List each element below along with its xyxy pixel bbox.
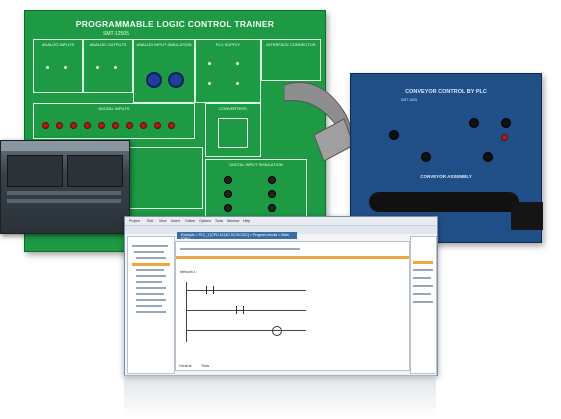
button-icon xyxy=(469,118,479,128)
conveyor-assembly-label: CONVEYOR ASSEMBLY xyxy=(420,174,472,179)
button-icon xyxy=(421,152,431,162)
ladder-editor[interactable]: Network 1: xyxy=(175,241,410,371)
button-icon xyxy=(389,130,399,140)
network-label: Network 1: xyxy=(180,270,197,274)
conveyor-title: CONVEYOR CONTROL BY PLC xyxy=(405,89,487,95)
plc-unit xyxy=(0,140,130,234)
panel-label: ANALOG INPUT SIMULATION xyxy=(136,42,192,47)
knob-icon xyxy=(168,72,184,88)
panel-analog-input-simulation: ANALOG INPUT SIMULATION xyxy=(133,39,195,103)
panel-label: PLC SUPPLY xyxy=(215,42,241,47)
panel-analog-outputs: ANALOG OUTPUTS xyxy=(83,39,133,93)
bottom-tab-texts[interactable]: Texts xyxy=(201,364,209,368)
panel-converters: CONVERTERS xyxy=(205,103,261,157)
knob-icon xyxy=(146,72,162,88)
bottom-tab-general[interactable]: General xyxy=(179,364,191,368)
panel-label: ANALOG INPUTS xyxy=(41,42,75,47)
panel-label: ANALOG OUTPUTS xyxy=(89,42,127,47)
conveyor-model: SMT-1505 xyxy=(401,98,418,102)
panel-label: CONVERTERS xyxy=(219,106,247,111)
led-icon xyxy=(70,122,77,129)
board-title: PROGRAMMABLE LOGIC CONTROL TRAINER xyxy=(75,19,275,29)
menu-item[interactable]: Help xyxy=(243,219,250,223)
button-icon xyxy=(483,152,493,162)
contact-icon xyxy=(206,286,214,294)
plc-top-strip xyxy=(1,141,129,151)
editor-tab-label: Example > PLC_1 [CPU 1214C DC/DC/DC] > P… xyxy=(181,233,289,241)
menu-item[interactable]: Options xyxy=(199,219,211,223)
menu-item[interactable]: Online xyxy=(185,219,195,223)
panel-label: INTERFACE CONNECTOR xyxy=(266,42,316,47)
panel-label: DIGITAL INPUT SIMULATION xyxy=(229,162,283,167)
project-tree[interactable] xyxy=(127,236,175,374)
menu-item[interactable]: View xyxy=(159,219,167,223)
board-model: SMT-12505 xyxy=(103,31,129,37)
led-icon xyxy=(84,122,91,129)
panel-label: DIGITAL INPUTS xyxy=(98,106,130,111)
coil-icon xyxy=(272,326,282,336)
led-icon xyxy=(98,122,105,129)
menu-item[interactable]: Insert xyxy=(171,219,180,223)
plc-software-window: Project Edit View Insert Online Options … xyxy=(124,216,438,376)
panel-analog-inputs: ANALOG INPUTS xyxy=(33,39,83,93)
led-icon xyxy=(501,134,508,141)
menu-item[interactable]: Project xyxy=(129,219,140,223)
menu-item[interactable]: Edit xyxy=(147,219,153,223)
led-icon xyxy=(112,122,119,129)
contact-icon xyxy=(236,306,244,314)
panel-plc-supply: PLC SUPPLY xyxy=(195,39,261,103)
button-icon xyxy=(501,118,511,128)
conveyor-belt xyxy=(369,192,519,212)
led-icon xyxy=(42,122,49,129)
ribbon-cable xyxy=(284,81,354,161)
menu-item[interactable]: Window xyxy=(227,219,239,223)
conveyor-motor xyxy=(511,202,543,230)
reflection xyxy=(124,375,436,419)
led-icon xyxy=(56,122,63,129)
led-icon xyxy=(140,122,147,129)
menu-item[interactable]: Tools xyxy=(215,219,223,223)
converter-block xyxy=(218,118,248,148)
panel-plc-supply-2 xyxy=(121,147,203,209)
led-icon xyxy=(154,122,161,129)
menu-bar: Project Edit View Insert Online Options … xyxy=(125,217,437,226)
led-icon xyxy=(168,122,175,129)
panel-digital-inputs: DIGITAL INPUTS xyxy=(33,103,195,139)
editor-tab[interactable]: Example > PLC_1 [CPU 1214C DC/DC/DC] > P… xyxy=(177,232,297,241)
task-pane[interactable] xyxy=(410,236,437,374)
led-icon xyxy=(126,122,133,129)
